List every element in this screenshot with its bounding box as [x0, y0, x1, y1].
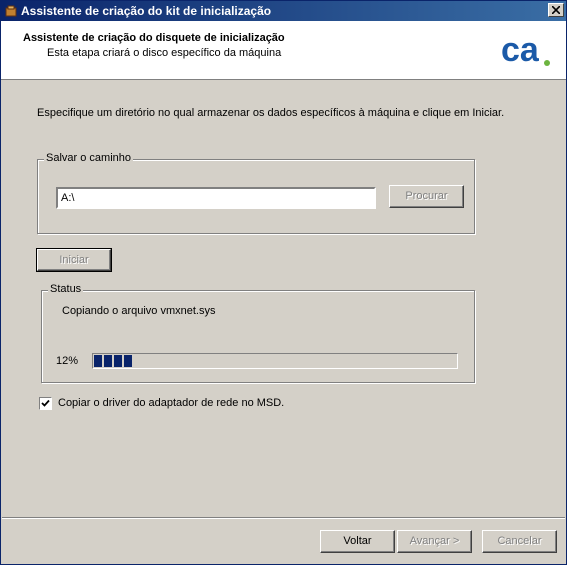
save-path-group: Salvar o caminho Procurar	[37, 152, 475, 234]
progress-bar	[92, 353, 458, 369]
header-title: Assistente de criação do disquete de ini…	[23, 32, 285, 44]
save-path-input[interactable]	[56, 187, 376, 209]
checkmark-icon	[41, 399, 50, 407]
ca-logo: ca	[501, 31, 550, 69]
ca-logo-dot	[544, 60, 550, 66]
ca-logo-text: ca	[501, 31, 540, 69]
browse-button[interactable]: Procurar	[389, 185, 464, 208]
cancel-button[interactable]: Cancelar	[482, 530, 557, 553]
progress-percent: 12%	[56, 355, 79, 367]
progress-block	[104, 355, 112, 367]
header-subtitle: Esta etapa criará o disco específico da …	[47, 47, 282, 59]
back-button[interactable]: Voltar	[320, 530, 395, 553]
next-button[interactable]: Avançar >	[397, 530, 472, 553]
start-button[interactable]: Iniciar	[36, 248, 112, 272]
progress-block	[94, 355, 102, 367]
cancel-button-label: Cancelar	[497, 535, 542, 547]
back-button-label: Voltar	[343, 535, 372, 547]
status-group-label: Status	[48, 283, 84, 295]
copy-driver-checkbox[interactable]	[39, 397, 52, 410]
window-title: Assistente de criação do kit de iniciali…	[21, 4, 272, 18]
wizard-header: Assistente de criação do disquete de ini…	[1, 21, 566, 80]
app-icon	[5, 5, 17, 17]
wizard-window: Assistente de criação do kit de iniciali…	[0, 0, 567, 565]
status-group: Status Copiando o arquivo vmxnet.sys 12%	[41, 283, 475, 383]
close-button[interactable]	[548, 3, 564, 17]
footer-divider	[2, 517, 565, 519]
title-bar[interactable]: Assistente de criação do kit de iniciali…	[1, 1, 566, 21]
progress-block	[124, 355, 132, 367]
next-button-label: Avançar >	[409, 535, 460, 547]
close-icon	[552, 6, 560, 14]
instruction-text: Especifique um diretório no qual armazen…	[37, 107, 505, 119]
copy-driver-label: Copiar o driver do adaptador de rede no …	[58, 397, 285, 409]
progress-fill	[94, 355, 132, 367]
progress-block	[114, 355, 122, 367]
status-text: Copiando o arquivo vmxnet.sys	[62, 305, 216, 317]
start-button-label: Iniciar	[59, 254, 89, 266]
save-path-group-label: Salvar o caminho	[44, 152, 133, 164]
browse-button-label: Procurar	[405, 190, 448, 202]
